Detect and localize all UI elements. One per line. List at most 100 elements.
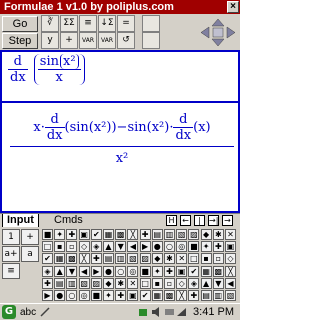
symbol-key[interactable]: ▲ — [54, 265, 66, 277]
symbol-key[interactable]: ✚ — [42, 277, 53, 289]
symbol-key[interactable]: ● — [54, 290, 66, 301]
symbol-key[interactable]: ▥ — [66, 277, 78, 289]
symbol-key[interactable]: ■ — [90, 290, 102, 301]
symbol-key[interactable]: ▩ — [164, 290, 175, 301]
matrix-icon[interactable]: ↓Σ — [98, 15, 116, 32]
symbol-key[interactable]: ○ — [66, 290, 78, 301]
symbol-key[interactable]: ✱ — [115, 277, 127, 289]
symbol-key[interactable]: ○ — [164, 241, 175, 253]
symbol-key[interactable]: ▣ — [127, 290, 139, 301]
home-button[interactable]: H — [166, 215, 177, 226]
symbol-key[interactable]: ● — [103, 265, 114, 277]
sync-icon[interactable] — [138, 307, 149, 317]
symbol-key[interactable]: ◈ — [90, 241, 102, 253]
key-plus[interactable]: + — [21, 229, 39, 245]
symbol-key[interactable]: ✱ — [164, 253, 175, 265]
var-icon-2[interactable]: VAR — [98, 32, 116, 49]
symbol-key[interactable]: ◀ — [127, 241, 139, 253]
symbol-key[interactable]: ▩ — [115, 229, 127, 240]
symbol-key[interactable]: ▤ — [151, 229, 163, 240]
left-button[interactable]: ← — [180, 215, 191, 226]
symbol-key[interactable]: ▦ — [200, 265, 212, 277]
symbol-key[interactable]: ▦ — [103, 229, 114, 240]
symbol-key[interactable]: ■ — [139, 265, 151, 277]
symbol-key[interactable]: ▩ — [212, 265, 224, 277]
expression-area[interactable]: d dx sin x² x x· d dx (sin(x²))−sin(x²)· d dx(… — [0, 50, 240, 213]
symbol-key[interactable]: ◇ — [225, 253, 236, 265]
symbol-key[interactable]: ✚ — [164, 265, 175, 277]
symbol-key[interactable]: ◎ — [127, 265, 139, 277]
settings-icon[interactable] — [142, 32, 160, 49]
symbol-key[interactable]: ◇ — [176, 277, 188, 289]
symbol-key[interactable]: ◆ — [151, 253, 163, 265]
line-end-button[interactable]: →| — [208, 215, 219, 226]
tab-cmds[interactable]: Cmds — [50, 214, 87, 228]
clock[interactable]: 3:41 PM — [193, 306, 234, 318]
symbol-key[interactable]: ▲ — [103, 241, 114, 253]
symbol-key[interactable]: ╳ — [176, 290, 188, 301]
edit-icon[interactable] — [142, 15, 160, 32]
symbol-key[interactable]: ✔ — [139, 290, 151, 301]
symbol-key[interactable]: ○ — [115, 265, 127, 277]
symbol-key[interactable]: ◈ — [42, 265, 53, 277]
pen-icon[interactable] — [40, 307, 51, 317]
symbol-key[interactable]: ◎ — [176, 241, 188, 253]
symbol-key[interactable]: ✦ — [54, 229, 66, 240]
symbol-key[interactable]: ✔ — [188, 265, 200, 277]
key-a-plus[interactable]: a+ — [2, 246, 20, 262]
symbol-key[interactable]: ✚ — [212, 241, 224, 253]
symbol-key[interactable]: ▦ — [54, 253, 66, 265]
symbol-key[interactable]: ▤ — [54, 277, 66, 289]
symbol-key[interactable]: ◇ — [78, 241, 90, 253]
symbol-key[interactable]: ▧ — [225, 290, 236, 301]
symbol-key[interactable]: ▼ — [66, 265, 78, 277]
symbol-key[interactable]: ▪ — [54, 241, 66, 253]
equation-icon[interactable]: ≡ — [79, 15, 97, 32]
symbol-key[interactable]: ◀ — [78, 265, 90, 277]
equals-icon[interactable]: = — [117, 15, 135, 32]
symbol-key[interactable]: ▪ — [151, 277, 163, 289]
symbol-key[interactable]: ▣ — [176, 265, 188, 277]
symbol-key[interactable]: ▤ — [103, 253, 114, 265]
symbol-key[interactable]: ◆ — [103, 277, 114, 289]
step-button[interactable]: Step — [2, 33, 38, 49]
key-1[interactable]: 1 — [2, 229, 20, 245]
symbol-key[interactable]: ▼ — [115, 241, 127, 253]
symbol-key[interactable]: ✔ — [90, 229, 102, 240]
symbol-key[interactable]: ✱ — [212, 229, 224, 240]
symbol-key[interactable]: ✚ — [90, 253, 102, 265]
symbol-key[interactable]: ■ — [188, 241, 200, 253]
symbol-key[interactable]: ▶ — [42, 290, 53, 301]
symbol-key[interactable]: ▣ — [78, 229, 90, 240]
root-icon[interactable]: ∛ — [41, 15, 59, 32]
close-button[interactable]: × — [227, 1, 239, 13]
symbol-key[interactable]: ■ — [42, 229, 53, 240]
symbol-key[interactable]: ✦ — [200, 241, 212, 253]
symbol-key[interactable]: □ — [139, 277, 151, 289]
symbol-key[interactable]: ✔ — [42, 253, 53, 265]
speaker-icon[interactable] — [151, 307, 162, 317]
symbol-key[interactable]: ▥ — [212, 290, 224, 301]
symbol-key[interactable]: ▥ — [115, 253, 127, 265]
input-method[interactable]: abc — [20, 307, 36, 318]
signal-icon[interactable] — [176, 307, 187, 317]
symbol-key[interactable]: ✚ — [139, 229, 151, 240]
direction-pad[interactable] — [198, 17, 238, 48]
key-equiv[interactable]: ≡ — [2, 263, 20, 279]
undo-icon[interactable]: ↺ — [117, 32, 135, 49]
symbol-key[interactable]: ▥ — [164, 229, 175, 240]
symbol-key[interactable]: ▲ — [200, 277, 212, 289]
symbol-key[interactable]: ◎ — [78, 290, 90, 301]
symbol-key[interactable]: ✚ — [115, 290, 127, 301]
symbol-key[interactable]: ✕ — [225, 229, 236, 240]
symbol-key[interactable]: ✦ — [103, 290, 114, 301]
right-button[interactable]: → — [222, 215, 233, 226]
symbol-key[interactable]: ▧ — [78, 277, 90, 289]
symbol-key[interactable]: ▧ — [127, 253, 139, 265]
symbol-key[interactable]: ▫ — [164, 277, 175, 289]
symbol-key[interactable]: ▶ — [139, 241, 151, 253]
symbol-key[interactable]: ◈ — [188, 277, 200, 289]
tab-input[interactable]: Input — [2, 214, 39, 228]
sum-icon[interactable]: ΣΣ — [60, 15, 78, 32]
symbol-key[interactable]: ▣ — [225, 241, 236, 253]
